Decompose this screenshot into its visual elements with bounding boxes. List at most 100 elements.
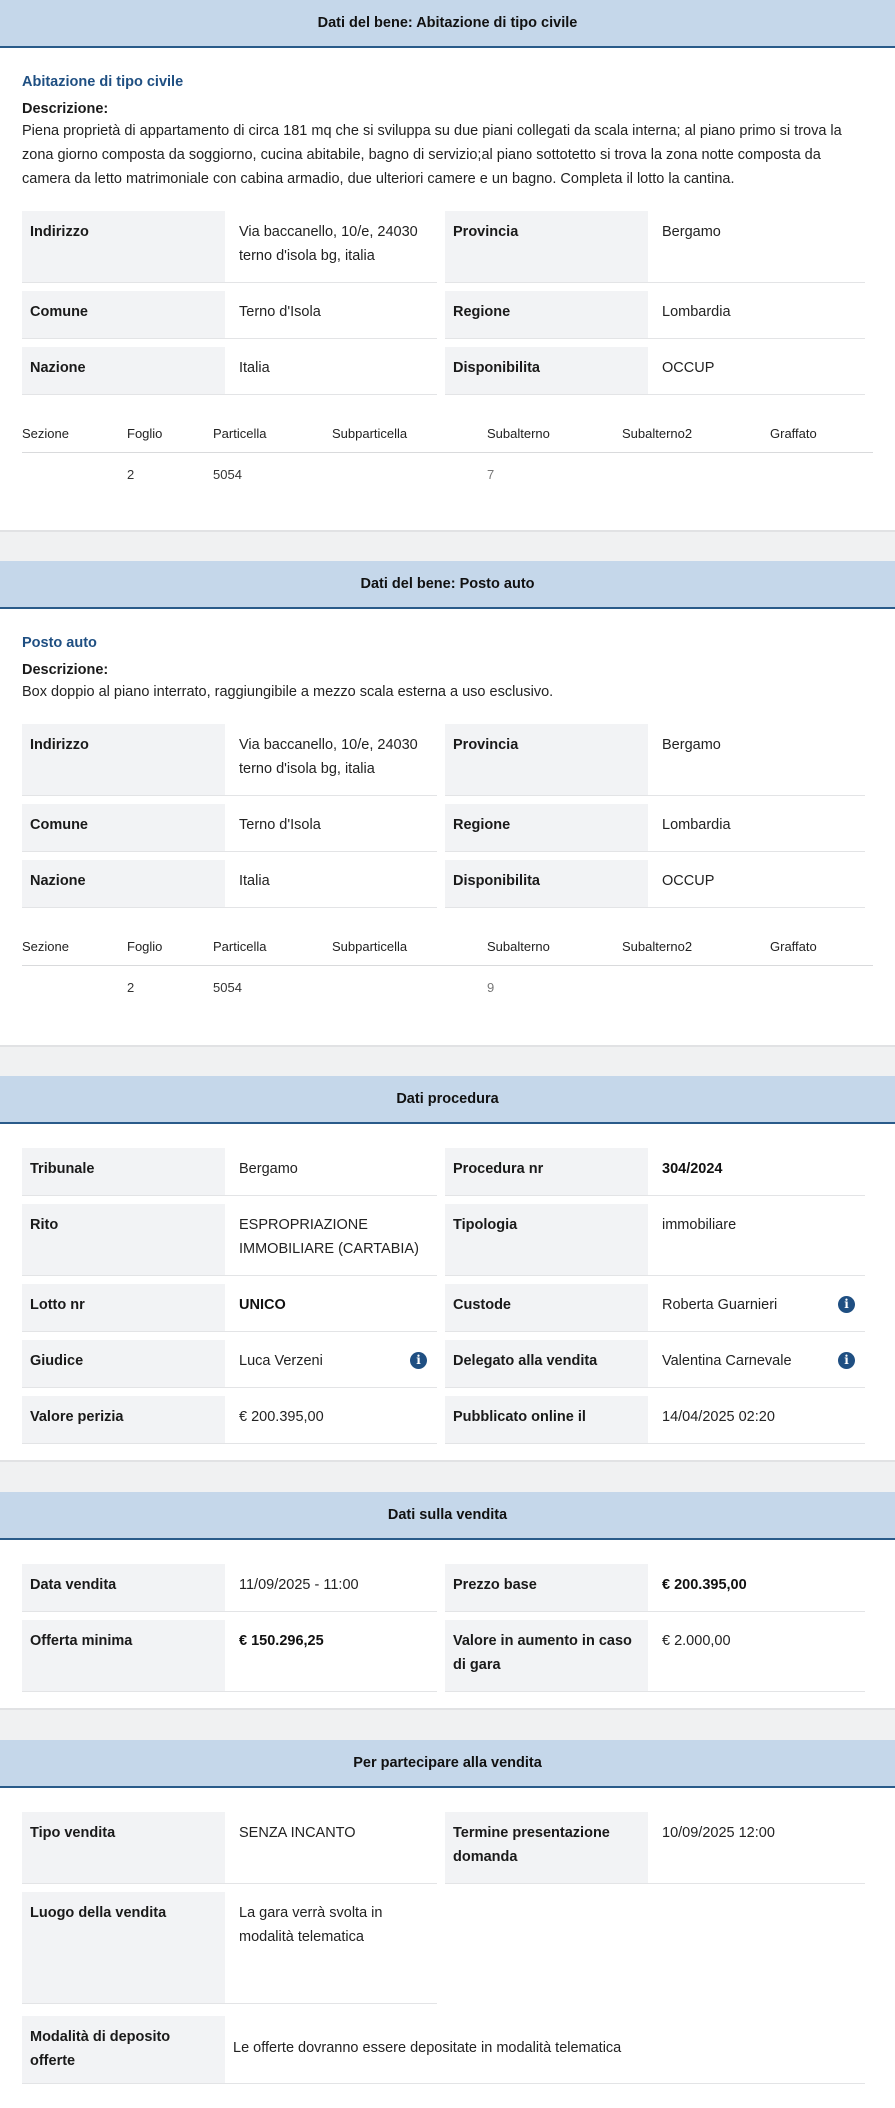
cad-cell-foglio: 2	[127, 466, 135, 482]
bene-details-grid: Indirizzo Via baccanello, 10/e, 24030 te…	[22, 724, 873, 908]
tipologia-value: immobiliare	[648, 1204, 865, 1276]
cad-header-particella: Particella	[213, 939, 267, 954]
cad-cell-subalterno: 7	[487, 466, 495, 482]
giudice-name: Luca Verzeni	[239, 1353, 323, 1369]
section-divider	[0, 1045, 895, 1047]
provincia-label: Provincia	[445, 211, 648, 283]
description-text: Box doppio al piano interrato, raggiungi…	[22, 684, 554, 700]
description-label: Descrizione:	[22, 662, 109, 678]
cad-header-subalterno2: Subalterno2	[622, 939, 693, 954]
procedura-card: Dati procedura Tribunale Bergamo Procedu…	[0, 1076, 895, 1460]
perizia-value: € 200.395,00	[225, 1396, 437, 1444]
bene-subtitle: Posto auto	[22, 635, 97, 651]
info-icon[interactable]: i	[838, 1352, 855, 1369]
procedura-grid: Tribunale Bergamo Procedura nr 304/2024 …	[22, 1148, 873, 1444]
nazione-value: Italia	[225, 347, 437, 395]
data-vendita-value: 11/09/2025 - 11:00	[225, 1564, 437, 1612]
cad-header-foglio: Foglio	[127, 939, 163, 954]
table-row: 2 5054 9	[22, 966, 873, 1008]
indirizzo-value: Via baccanello, 10/e, 24030 terno d'isol…	[225, 724, 437, 796]
comune-value: Terno d'Isola	[225, 804, 437, 852]
luogo-label: Luogo della vendita	[22, 1892, 225, 2004]
cad-header-graffato: Graffato	[770, 939, 817, 954]
termine-value: 10/09/2025 12:00	[648, 1812, 865, 1884]
procedura-nr-label: Procedura nr	[445, 1148, 648, 1196]
delegato-label: Delegato alla vendita	[445, 1340, 648, 1388]
tribunale-label: Tribunale	[22, 1148, 225, 1196]
provincia-value: Bergamo	[648, 724, 865, 796]
prezzo-base-label: Prezzo base	[445, 1564, 648, 1612]
info-icon[interactable]: i	[838, 1296, 855, 1313]
provincia-value: Bergamo	[648, 211, 865, 283]
vendita-card: Dati sulla vendita Data vendita 11/09/20…	[0, 1492, 895, 1708]
lotto-value: UNICO	[225, 1284, 437, 1332]
bene-details-grid: Indirizzo Via baccanello, 10/e, 24030 te…	[22, 211, 873, 395]
description-text: Piena proprietà di appartamento di circa…	[22, 123, 842, 187]
partecipare-grid: Tipo vendita SENZA INCANTO Termine prese…	[22, 1812, 873, 2084]
tipologia-label: Tipologia	[445, 1204, 648, 1276]
card-header: Dati del bene: Abitazione di tipo civile	[0, 0, 895, 48]
cadastre-header-row: Sezione Foglio Particella Subparticella …	[22, 928, 873, 966]
provincia-label: Provincia	[445, 724, 648, 796]
card-header: Dati sulla vendita	[0, 1492, 895, 1540]
luogo-value: La gara verrà svolta in modalità telemat…	[225, 1892, 437, 2004]
indirizzo-label: Indirizzo	[22, 211, 225, 283]
cad-cell-foglio: 2	[127, 979, 135, 995]
card-header: Dati del bene: Posto auto	[0, 561, 895, 609]
pubblicato-value: 14/04/2025 02:20	[648, 1396, 865, 1444]
regione-value: Lombardia	[648, 804, 865, 852]
section-divider	[0, 1460, 895, 1462]
lotto-label: Lotto nr	[22, 1284, 225, 1332]
partecipare-card: Per partecipare alla vendita Tipo vendit…	[0, 1740, 895, 2108]
indirizzo-label: Indirizzo	[22, 724, 225, 796]
custode-name: Roberta Guarnieri	[662, 1297, 778, 1313]
cad-header-subalterno2: Subalterno2	[622, 426, 693, 441]
deposito-value: Le offerte dovranno essere depositate in…	[225, 2016, 865, 2084]
bene-posto-auto-card: Dati del bene: Posto auto Posto auto Des…	[0, 561, 895, 1045]
custode-value: Roberta Guarnieri i	[648, 1284, 865, 1332]
vendita-grid: Data vendita 11/09/2025 - 11:00 Prezzo b…	[22, 1564, 873, 1692]
cad-header-subalterno: Subalterno	[487, 426, 550, 441]
data-vendita-label: Data vendita	[22, 1564, 225, 1612]
nazione-label: Nazione	[22, 347, 225, 395]
perizia-label: Valore perizia	[22, 1396, 225, 1444]
comune-label: Comune	[22, 804, 225, 852]
section-divider	[0, 530, 895, 532]
table-row: 2 5054 7	[22, 453, 873, 495]
cadastre-header-row: Sezione Foglio Particella Subparticella …	[22, 415, 873, 453]
cadastre-table: Sezione Foglio Particella Subparticella …	[22, 415, 873, 495]
disponibilita-value: OCCUP	[648, 347, 865, 395]
cad-header-sezione: Sezione	[22, 939, 69, 954]
regione-label: Regione	[445, 804, 648, 852]
disponibilita-value: OCCUP	[648, 860, 865, 908]
cad-header-particella: Particella	[213, 426, 267, 441]
offerta-minima-label: Offerta minima	[22, 1620, 225, 1692]
disponibilita-label: Disponibilita	[445, 860, 648, 908]
tipo-vendita-value: SENZA INCANTO	[225, 1812, 437, 1884]
nazione-label: Nazione	[22, 860, 225, 908]
description-label: Descrizione:	[22, 101, 109, 117]
info-icon[interactable]: i	[410, 1352, 427, 1369]
pubblicato-label: Pubblicato online il	[445, 1396, 648, 1444]
giudice-label: Giudice	[22, 1340, 225, 1388]
bene-subtitle: Abitazione di tipo civile	[22, 74, 184, 90]
procedura-nr-value: 304/2024	[648, 1148, 865, 1196]
nazione-value: Italia	[225, 860, 437, 908]
cad-cell-particella: 5054	[213, 979, 242, 995]
termine-label: Termine presentazione domanda	[445, 1812, 648, 1884]
indirizzo-value: Via baccanello, 10/e, 24030 terno d'isol…	[225, 211, 437, 283]
deposito-label: Modalità di deposito offerte	[22, 2016, 225, 2084]
cad-cell-particella: 5054	[213, 466, 242, 482]
aumento-value: € 2.000,00	[648, 1620, 865, 1692]
cad-cell-subalterno: 9	[487, 979, 495, 995]
rito-value: ESPROPRIAZIONE IMMOBILIARE (CARTABIA)	[225, 1204, 437, 1276]
cad-header-foglio: Foglio	[127, 426, 163, 441]
prezzo-base-value: € 200.395,00	[648, 1564, 865, 1612]
cad-header-subparticella: Subparticella	[332, 426, 408, 441]
disponibilita-label: Disponibilita	[445, 347, 648, 395]
cadastre-table: Sezione Foglio Particella Subparticella …	[22, 928, 873, 1008]
cad-header-sezione: Sezione	[22, 426, 69, 441]
rito-label: Rito	[22, 1204, 225, 1276]
cad-header-subparticella: Subparticella	[332, 939, 408, 954]
comune-value: Terno d'Isola	[225, 291, 437, 339]
